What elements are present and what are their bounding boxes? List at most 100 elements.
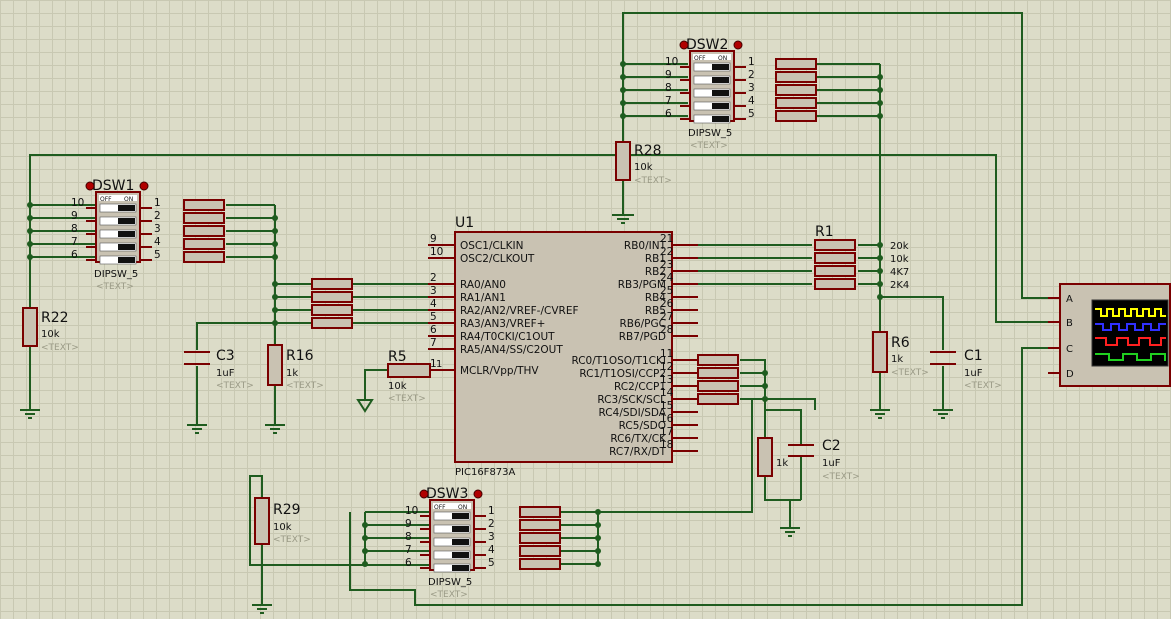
r29-ref: R29 [273, 502, 301, 518]
ground-icon [252, 604, 272, 614]
array-resistor [697, 354, 739, 366]
r6-resistor[interactable]: R6 1k <TEXT> [872, 331, 929, 378]
c2-capacitor[interactable]: C2 1uF <TEXT> [788, 438, 860, 482]
dip-pin-num: 8 [405, 531, 412, 543]
r1-ref: R1 [815, 224, 834, 240]
array-resistor [311, 291, 353, 303]
array-resistor [814, 239, 856, 251]
dip-pin-num: 4 [488, 544, 495, 556]
dip-pin-num: 2 [488, 518, 495, 530]
array-resistor [775, 71, 817, 83]
schematic-canvas[interactable]: U1 PIC16F873A 9 OSC1/CLKIN 10 OSC2/CLKOUT 2 R… [0, 0, 1171, 619]
c2-text: <TEXT> [822, 472, 860, 482]
scope-channel-d: D [1066, 369, 1074, 380]
dip-pin-num: 7 [71, 236, 78, 248]
dip-pin-num: 6 [405, 557, 412, 569]
dip-pin-num: 10 [665, 56, 678, 68]
r29-value: 10k [273, 522, 292, 533]
r29-text: <TEXT> [273, 535, 311, 545]
dip-pin-num: 9 [405, 518, 412, 530]
r6-text: <TEXT> [891, 368, 929, 378]
array-resistor [697, 380, 739, 392]
c2-value: 1uF [822, 458, 841, 469]
dsw3-dip-switch[interactable]: OFF ON 10 1 9 2 8 3 7 4 6 5 DSW3 DIPSW_5 <TEXT> [405, 486, 495, 600]
u1-pin-num: 9 [430, 233, 437, 245]
r22-text: <TEXT> [41, 343, 79, 353]
array-resistor [311, 278, 353, 290]
array-resistor [775, 58, 817, 70]
u1-pin-name: OSC1/CLKIN [460, 240, 524, 252]
u1-pin-name: RC0/T1OSO/T1CKI [571, 355, 666, 367]
r6-ref: R6 [891, 335, 910, 351]
dip-off-label: OFF [434, 504, 446, 511]
u1-pin-name: RC6/TX/CK [610, 433, 667, 445]
dsw2-dip-switch[interactable]: OFF ON 10 1 9 2 8 3 7 4 6 5 DSW2 DIPSW_5 <TEXT> [665, 37, 755, 151]
c3-value: 1uF [216, 368, 235, 379]
u1-pin-num: 10 [430, 246, 443, 258]
r-rc-value: 1k [776, 458, 788, 469]
c3-text: <TEXT> [216, 381, 254, 391]
array-resistor [775, 110, 817, 122]
r28-text: <TEXT> [634, 176, 672, 186]
ground-icon [870, 409, 890, 419]
array-resistor [697, 367, 739, 379]
r5-pin: 1 [436, 359, 442, 370]
r22-resistor[interactable]: R22 10k <TEXT> [22, 307, 79, 353]
scope-channel-c: C [1066, 344, 1073, 355]
u1-pin-num: 6 [430, 324, 437, 336]
u1-ref: U1 [455, 215, 474, 231]
ground-icon [20, 409, 40, 419]
array-resistor [183, 238, 225, 250]
r5-value: 10k [388, 381, 407, 392]
scope-channel-b: B [1066, 318, 1073, 329]
dip-pin-num: 10 [71, 197, 84, 209]
r5-text: <TEXT> [388, 394, 426, 404]
r16-resistor[interactable]: R16 1k <TEXT> [267, 344, 324, 391]
dip-part: DIPSW_5 [688, 128, 732, 139]
dip-text: <TEXT> [690, 141, 728, 151]
u1-pin-name: RA1/AN1 [460, 292, 506, 304]
u1-microcontroller[interactable]: U1 PIC16F873A 9 OSC1/CLKIN 10 OSC2/CLKOUT 2 R… [428, 215, 698, 478]
ground-icon [187, 424, 207, 434]
dip-part: DIPSW_5 [428, 577, 472, 588]
array-resistor [519, 545, 561, 557]
dip-ref: DSW1 [92, 178, 134, 194]
u1-pin-name: RA0/AN0 [460, 279, 506, 291]
c3-capacitor[interactable]: C3 1uF <TEXT> [184, 348, 254, 391]
dip-pin-num: 7 [405, 544, 412, 556]
dip-pin-num: 9 [71, 210, 78, 222]
oscilloscope[interactable]: A B C D [1048, 283, 1171, 387]
array-resistor [814, 278, 856, 290]
dip-pin-num: 1 [488, 505, 495, 517]
array-resistor [775, 97, 817, 109]
dip-ref: DSW2 [686, 37, 728, 53]
u1-pin-num: 4 [430, 298, 437, 310]
array-resistor [183, 199, 225, 211]
array-resistor [697, 393, 739, 405]
u1-pin-name: OSC2/CLKOUT [460, 253, 535, 265]
c1-capacitor[interactable]: C1 1uF <TEXT> [930, 348, 1002, 391]
r29-resistor[interactable]: R29 10k <TEXT> [254, 497, 311, 545]
array-resistor [519, 558, 561, 570]
dip-on-label: ON [458, 504, 467, 511]
dip-text: <TEXT> [96, 282, 134, 292]
r28-resistor[interactable]: R28 10k <TEXT> [615, 141, 672, 186]
array-resistor [183, 251, 225, 263]
dip-pin-num: 8 [665, 82, 672, 94]
u1-pin-num: 2 [430, 272, 437, 284]
r1-value-2: 4K7 [890, 267, 909, 278]
dsw1-dip-switch[interactable]: OFF ON 10 1 9 2 8 3 7 4 6 5 DSW1 DIPSW_5 <TEXT> [71, 178, 161, 292]
dip-part: DIPSW_5 [94, 269, 138, 280]
dip-pin-num: 4 [154, 236, 161, 248]
scope-channel-a: A [1066, 294, 1073, 305]
array-resistor [519, 506, 561, 518]
ground-icon [933, 409, 953, 419]
dip-pin-num: 3 [154, 223, 161, 235]
c1-ref: C1 [964, 348, 983, 364]
r-rc-resistor[interactable]: 1k [757, 437, 788, 477]
dip-on-label: ON [124, 196, 133, 203]
ground-icon [265, 424, 285, 434]
ground-icon [612, 214, 634, 224]
r22-ref: R22 [41, 310, 69, 326]
dip-ref: DSW3 [426, 486, 468, 502]
